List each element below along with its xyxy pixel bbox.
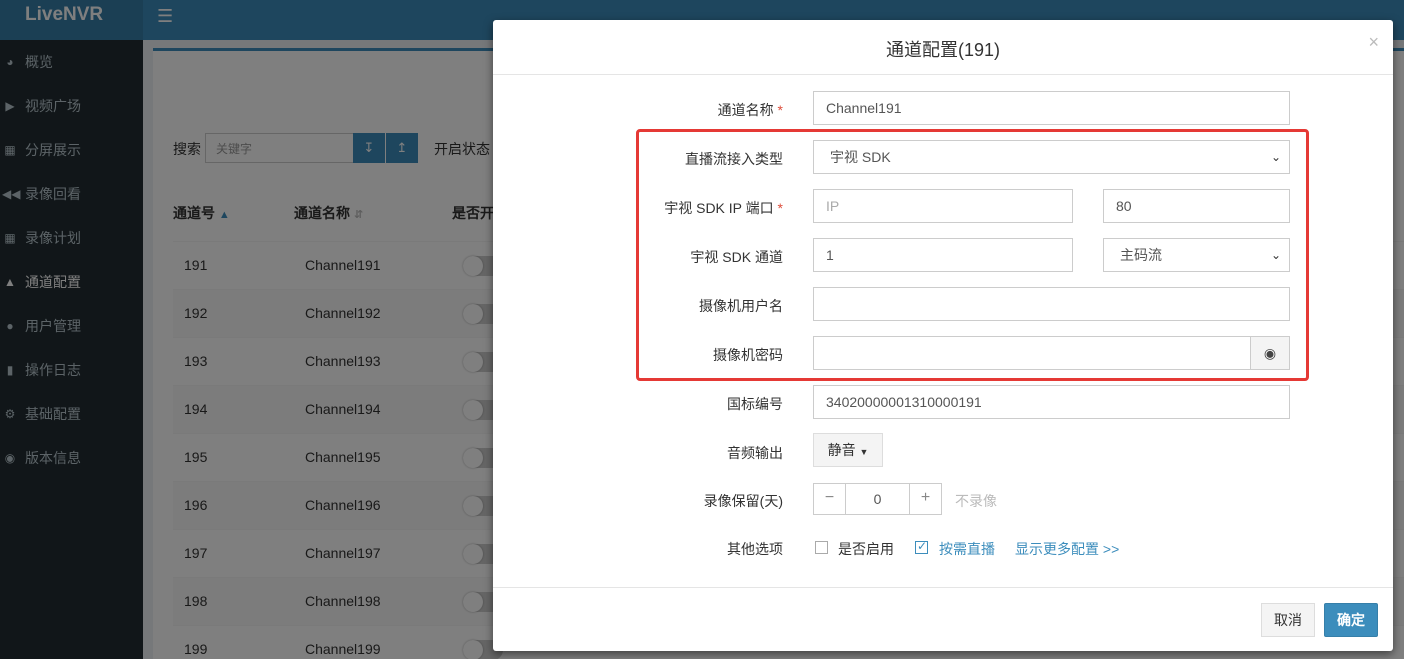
channel-name-label: 通道名称 * [717, 102, 783, 118]
on-demand-checkbox[interactable] [915, 539, 928, 554]
other-options-label: 其他选项 [727, 541, 783, 557]
modal-title: 通道配置(191) [885, 40, 1001, 60]
record-retention-label: 录像保留(天) [703, 493, 783, 509]
increment-button[interactable]: + [909, 484, 941, 514]
channel-name-input[interactable]: Channel191 [813, 91, 1290, 125]
gb-code-input[interactable]: 34020000001310000191 [813, 385, 1290, 419]
close-icon[interactable]: × [1368, 32, 1379, 53]
highlight-annotation [636, 129, 1309, 381]
record-hint: 不录像 [955, 493, 997, 509]
modal-footer [493, 587, 1393, 651]
record-retention-input[interactable]: 0 [846, 484, 909, 514]
caret-down-icon: ▼ [859, 447, 869, 457]
show-more-config-link[interactable]: 显示更多配置 >> [1015, 539, 1119, 559]
cancel-button[interactable]: 取消 [1261, 603, 1315, 637]
enable-checkbox-label[interactable]: 是否启用 [838, 539, 894, 559]
audio-output-label: 音频输出 [727, 445, 783, 461]
audio-output-dropdown[interactable]: 静音 ▼ [813, 433, 883, 467]
decrement-button[interactable]: − [814, 484, 846, 514]
confirm-button[interactable]: 确定 [1324, 603, 1378, 637]
modal-header: 通道配置(191) × [493, 20, 1393, 75]
on-demand-checkbox-label[interactable]: 按需直播 [939, 539, 995, 559]
record-retention-stepper: − 0 + [813, 483, 942, 515]
enable-checkbox[interactable] [815, 541, 828, 554]
gb-code-label: 国标编号 [727, 396, 783, 412]
